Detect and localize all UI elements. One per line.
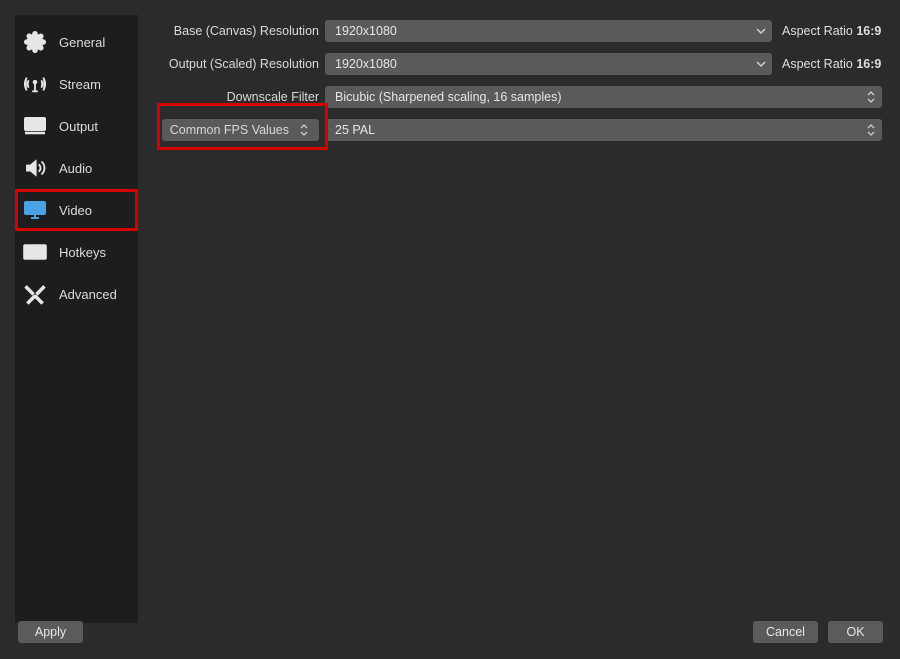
keyboard-icon — [21, 238, 49, 266]
gear-icon — [21, 28, 49, 56]
sidebar-item-general[interactable]: General — [15, 21, 138, 63]
output-aspect-ratio: Aspect Ratio 16:9 — [772, 57, 882, 71]
downscale-filter-combo[interactable]: Bicubic (Sharpened scaling, 16 samples) — [325, 86, 882, 108]
fps-type-selector[interactable]: Common FPS Values — [162, 119, 319, 141]
spinner-icon — [297, 124, 311, 136]
video-settings-form: Base (Canvas) Resolution 1920x1080 Aspec… — [155, 20, 882, 152]
output-icon — [21, 112, 49, 140]
fps-type-label: Common FPS Values — [170, 123, 289, 137]
monitor-icon — [21, 196, 49, 224]
sidebar-item-stream[interactable]: Stream — [15, 63, 138, 105]
sidebar-item-label: Output — [59, 119, 98, 134]
fps-value: 25 PAL — [335, 123, 375, 137]
sidebar-item-video[interactable]: Video — [15, 189, 138, 231]
downscale-filter-value: Bicubic (Sharpened scaling, 16 samples) — [335, 90, 562, 104]
downscale-filter-label: Downscale Filter — [155, 90, 325, 104]
sidebar-item-label: Hotkeys — [59, 245, 106, 260]
sidebar-item-output[interactable]: Output — [15, 105, 138, 147]
sidebar-item-label: Stream — [59, 77, 101, 92]
output-resolution-label: Output (Scaled) Resolution — [155, 57, 325, 71]
sidebar-item-audio[interactable]: Audio — [15, 147, 138, 189]
output-resolution-row: Output (Scaled) Resolution 1920x1080 Asp… — [155, 53, 882, 75]
speaker-icon — [21, 154, 49, 182]
spinner-icon — [860, 119, 882, 141]
cancel-button[interactable]: Cancel — [753, 621, 818, 643]
fps-value-combo[interactable]: 25 PAL — [325, 119, 882, 141]
antenna-icon — [21, 70, 49, 98]
apply-button[interactable]: Apply — [18, 621, 83, 643]
base-resolution-label: Base (Canvas) Resolution — [155, 24, 325, 38]
sidebar-item-label: Video — [59, 203, 92, 218]
spinner-icon — [860, 86, 882, 108]
base-resolution-value: 1920x1080 — [335, 24, 397, 38]
downscale-filter-row: Downscale Filter Bicubic (Sharpened scal… — [155, 86, 882, 108]
output-resolution-value: 1920x1080 — [335, 57, 397, 71]
output-resolution-combo[interactable]: 1920x1080 — [325, 53, 772, 75]
base-resolution-row: Base (Canvas) Resolution 1920x1080 Aspec… — [155, 20, 882, 42]
sidebar-item-label: General — [59, 35, 105, 50]
sidebar-item-hotkeys[interactable]: Hotkeys — [15, 231, 138, 273]
chevron-down-icon — [750, 20, 772, 42]
sidebar-item-label: Advanced — [59, 287, 117, 302]
settings-sidebar: General Stream Output Audio Video Hotkey… — [15, 15, 138, 623]
base-aspect-ratio: Aspect Ratio 16:9 — [772, 24, 882, 38]
base-resolution-combo[interactable]: 1920x1080 — [325, 20, 772, 42]
tools-icon — [21, 280, 49, 308]
chevron-down-icon — [750, 53, 772, 75]
sidebar-item-label: Audio — [59, 161, 92, 176]
ok-button[interactable]: OK — [828, 621, 883, 643]
fps-row: Common FPS Values 25 PAL — [155, 119, 882, 141]
sidebar-item-advanced[interactable]: Advanced — [15, 273, 138, 315]
